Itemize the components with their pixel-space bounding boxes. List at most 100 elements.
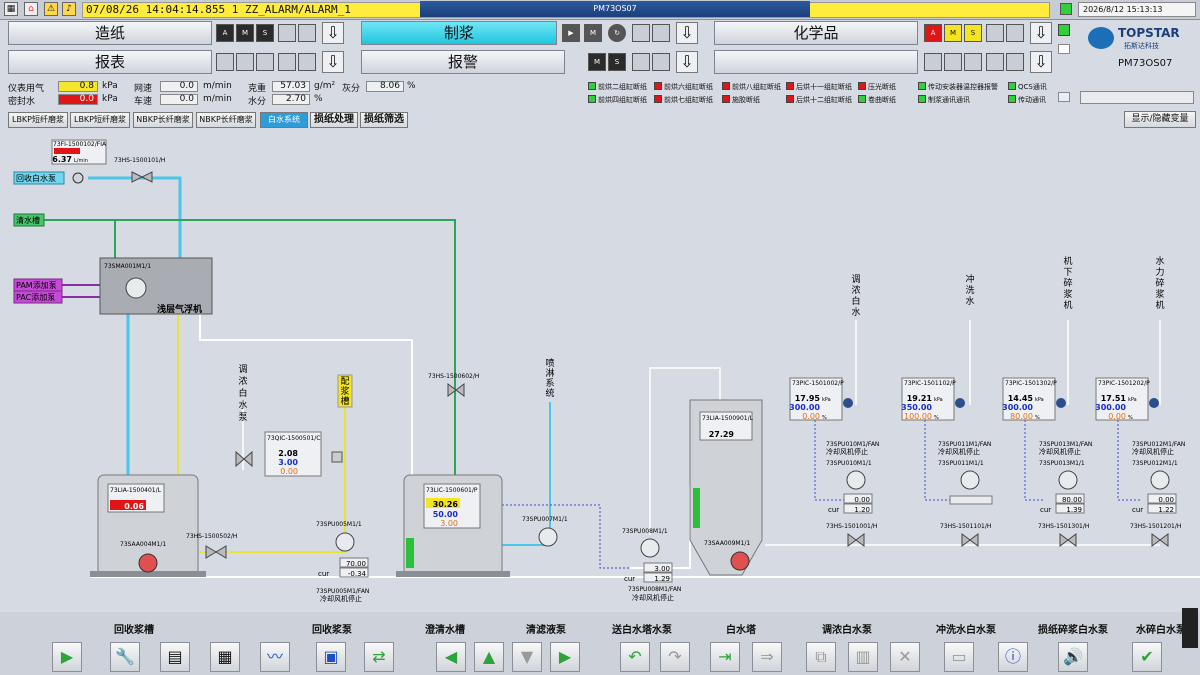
alarm-mode-m[interactable]: M <box>588 53 606 71</box>
tab-nbkp-2[interactable]: NBKP长纤磨浆 <box>196 112 256 128</box>
home-icon[interactable]: ⌂ <box>24 2 38 16</box>
tab-broke-screening[interactable]: 损纸筛选 <box>360 112 408 128</box>
delete-icon[interactable]: ✕ <box>890 642 920 672</box>
lic-sp: 50.00 <box>433 510 459 519</box>
tab-white-water[interactable]: 白水系统 <box>260 112 308 128</box>
nav-alarms-down-button[interactable]: ⇩ <box>676 51 698 73</box>
branch-valve[interactable] <box>1151 533 1169 547</box>
fan-tag: 73SPU010M1/FAN <box>826 441 879 448</box>
copy-icon[interactable]: ⧉ <box>806 642 836 672</box>
pump3-icon[interactable] <box>538 527 558 547</box>
side-alarm-indicator[interactable] <box>1182 608 1198 648</box>
tower-agitator-icon[interactable] <box>730 551 750 571</box>
alarm-mode-s[interactable]: S <box>608 53 626 71</box>
mode-s-button[interactable]: S <box>256 24 274 42</box>
legend-label: 制浆通讯通讯 <box>928 96 970 104</box>
pulp-play-icon[interactable]: ▶ <box>562 24 580 42</box>
nav-pulping-down-button[interactable]: ⇩ <box>676 22 698 44</box>
pump-icon[interactable] <box>846 470 866 490</box>
monitor-icon[interactable]: ▭ <box>944 642 974 672</box>
pump4-fan-status: 冷却风机停止 <box>632 593 674 602</box>
nav-reports[interactable]: 报表 <box>8 50 212 74</box>
menu-grid-icon[interactable]: ▦ <box>4 2 18 16</box>
recover-pump-label: 回收白水泵 <box>16 173 56 183</box>
tower-tag: 73LIA-1500901/L <box>702 415 754 422</box>
daf-motor-icon[interactable] <box>125 277 147 299</box>
nav-pulping[interactable]: 制浆 <box>361 21 557 45</box>
tab-lbkp-1[interactable]: LBKP短纤磨浆 <box>8 112 68 128</box>
mode-m-button[interactable]: M <box>236 24 254 42</box>
tank1-agitator-icon[interactable] <box>138 553 158 573</box>
valve-top[interactable] <box>131 171 153 183</box>
nav-chemicals[interactable]: 化学品 <box>714 21 918 45</box>
fia-alarm-bar <box>54 148 80 154</box>
report-blank-1 <box>216 53 234 71</box>
nav-chemicals-down-button[interactable]: ⇩ <box>1030 22 1052 44</box>
save-icon[interactable]: ▥ <box>848 642 878 672</box>
legend-swatch <box>918 82 926 90</box>
pulp-refresh-icon[interactable]: ↻ <box>608 24 626 42</box>
play-icon[interactable]: ▶ <box>52 642 82 672</box>
vertical-label-char: 白 <box>238 387 247 399</box>
export-icon[interactable]: ⇄ <box>364 642 394 672</box>
pump-cur-label: cur <box>828 506 839 514</box>
document-icon[interactable]: ▤ <box>160 642 190 672</box>
tab-broke-handling[interactable]: 损纸处理 <box>310 112 358 128</box>
undo-icon[interactable]: ↶ <box>620 642 650 672</box>
mode-a-button[interactable]: A <box>216 24 234 42</box>
branch-valve[interactable] <box>1059 533 1077 547</box>
arrow-right-icon[interactable]: ▶ <box>550 642 580 672</box>
screen-in-icon[interactable]: ⇥ <box>710 642 740 672</box>
legend-label: 施胶断纸 <box>732 96 760 104</box>
screen-out-icon[interactable]: ⇒ <box>752 642 782 672</box>
arrow-up-icon[interactable]: ▲ <box>474 642 504 672</box>
trend-chart-icon[interactable]: 〰 <box>260 642 290 672</box>
pump4-icon[interactable] <box>640 538 660 558</box>
wrench-icon[interactable]: 🔧 <box>110 642 140 672</box>
valve-hs2[interactable] <box>205 545 227 559</box>
branch-valve[interactable] <box>961 533 979 547</box>
brand-name: TOPSTAR <box>1118 26 1180 40</box>
vertical-label-char: 淋 <box>545 367 554 379</box>
settings-panel-icon[interactable]: ▣ <box>316 642 346 672</box>
tab-lbkp-2[interactable]: LBKP短纤磨浆 <box>70 112 130 128</box>
legend-swatch <box>1008 82 1016 90</box>
legend-toggle-icon[interactable] <box>1058 92 1070 102</box>
qic-sp: 3.00 <box>278 458 298 467</box>
nav-papermaking[interactable]: 造纸 <box>8 21 212 45</box>
nav-alarms[interactable]: 报警 <box>361 50 565 74</box>
branch-label-char: 水 <box>851 306 860 318</box>
warning-icon[interactable]: ⚠ <box>44 2 58 16</box>
pump-icon[interactable] <box>1150 470 1170 490</box>
vertical-label-char: 槽 <box>340 395 349 407</box>
acknowledge-icon[interactable]: ✔ <box>1132 642 1162 672</box>
info-icon[interactable]: ⓘ <box>998 642 1028 672</box>
vertical-label-char: 浓 <box>238 376 247 387</box>
bell-icon[interactable]: ♪ <box>62 2 76 16</box>
pump-icon[interactable] <box>1058 470 1078 490</box>
legend-item: 后烘十一组缸断纸 <box>786 82 852 92</box>
redo-icon[interactable]: ↷ <box>660 642 690 672</box>
pump2-icon[interactable] <box>335 532 355 552</box>
nav-reports-down-button[interactable]: ⇩ <box>322 51 344 73</box>
branch-valve[interactable] <box>847 533 865 547</box>
chem-mode-a[interactable]: A <box>924 24 942 42</box>
report-icon[interactable]: ▦ <box>210 642 240 672</box>
valve-dilute[interactable] <box>235 450 253 468</box>
nav-empty-down-button[interactable]: ⇩ <box>1030 51 1052 73</box>
arrow-left-icon[interactable]: ◀ <box>436 642 466 672</box>
toggle-variables-button[interactable]: 显示/隐藏变量 <box>1124 111 1196 128</box>
chem-mode-s[interactable]: S <box>964 24 982 42</box>
sound-icon[interactable]: 🔊 <box>1058 642 1088 672</box>
distribution-branches: 调浓白水73PIC-1501002/P17.95 kPa300.000.00 %73… <box>789 255 1185 547</box>
moisture-value: 2.70 <box>272 94 310 105</box>
chem-mode-m[interactable]: M <box>944 24 962 42</box>
pump-icon[interactable] <box>960 470 980 490</box>
tab-nbkp-1[interactable]: NBKP长纤磨浆 <box>133 112 193 128</box>
pulp-mode-m[interactable]: M <box>584 24 602 42</box>
nav-papermaking-down-button[interactable]: ⇩ <box>322 22 344 44</box>
vertical-label-char: 统 <box>545 387 554 399</box>
legend-label: 压光断纸 <box>868 83 896 91</box>
arrow-down-icon[interactable]: ▼ <box>512 642 542 672</box>
nav-empty[interactable] <box>714 50 918 74</box>
